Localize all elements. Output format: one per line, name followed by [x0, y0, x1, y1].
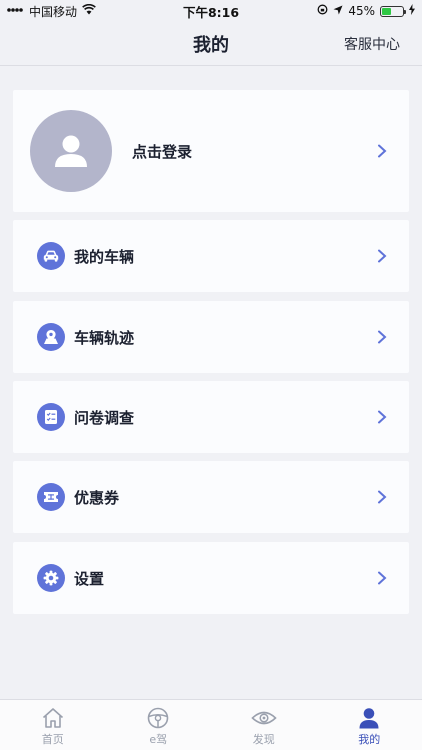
status-bar: 中国移动 下午8:16 45% — [0, 0, 422, 22]
menu-item-label: 设置 — [74, 569, 105, 588]
login-label: 点击登录 — [132, 142, 193, 161]
gear-icon — [37, 564, 65, 592]
page-title: 我的 — [193, 34, 229, 56]
home-icon — [42, 708, 63, 728]
chevron-right-icon — [378, 410, 387, 424]
tab-label: 我的 — [358, 733, 381, 746]
chevron-right-icon — [378, 571, 387, 585]
user-icon — [359, 708, 379, 729]
login-card[interactable]: 点击登录 — [13, 90, 409, 212]
orientation-lock-icon — [317, 4, 328, 18]
eye-icon — [251, 711, 277, 725]
tab-bar: 首页 e驾 发现 我的 — [0, 699, 422, 750]
map-pin-icon — [37, 323, 65, 351]
steering-wheel-icon — [147, 707, 169, 729]
menu-item-label: 我的车辆 — [74, 247, 135, 266]
nav-bar: 我的 客服中心 — [0, 22, 422, 66]
menu-item-label: 车辆轨迹 — [74, 328, 135, 347]
user-placeholder-icon — [55, 135, 87, 167]
charging-icon — [409, 4, 415, 18]
tab-discover[interactable]: 发现 — [211, 700, 317, 750]
signal-icon — [7, 4, 24, 18]
location-icon — [333, 4, 343, 18]
car-icon — [37, 242, 65, 270]
chevron-right-icon — [378, 490, 387, 504]
carrier-label: 中国移动 — [29, 4, 78, 19]
chevron-right-icon — [378, 144, 387, 158]
menu-item-vehicle-track[interactable]: 车辆轨迹 — [13, 301, 409, 373]
tab-home[interactable]: 首页 — [0, 700, 106, 750]
chevron-right-icon — [378, 330, 387, 344]
avatar — [30, 110, 112, 192]
tab-label: e驾 — [149, 733, 168, 746]
chevron-right-icon — [378, 249, 387, 263]
menu-item-label: 优惠券 — [74, 488, 120, 507]
wifi-icon — [82, 3, 96, 18]
battery-icon — [380, 5, 406, 17]
tab-mine[interactable]: 我的 — [317, 700, 422, 750]
tab-e-drive[interactable]: e驾 — [106, 700, 212, 750]
survey-icon — [37, 403, 65, 431]
battery-percent: 45% — [348, 4, 375, 18]
tab-label: 发现 — [252, 733, 275, 746]
menu-item-survey[interactable]: 问卷调查 — [13, 381, 409, 453]
customer-service-button[interactable]: 客服中心 — [344, 34, 400, 54]
tab-label: 首页 — [41, 733, 64, 746]
battery-level — [382, 7, 391, 15]
coupon-icon — [37, 483, 65, 511]
menu-item-my-vehicles[interactable]: 我的车辆 — [13, 220, 409, 292]
menu-item-settings[interactable]: 设置 — [13, 542, 409, 614]
menu-item-coupons[interactable]: 优惠券 — [13, 461, 409, 533]
menu-item-label: 问卷调查 — [74, 408, 135, 427]
